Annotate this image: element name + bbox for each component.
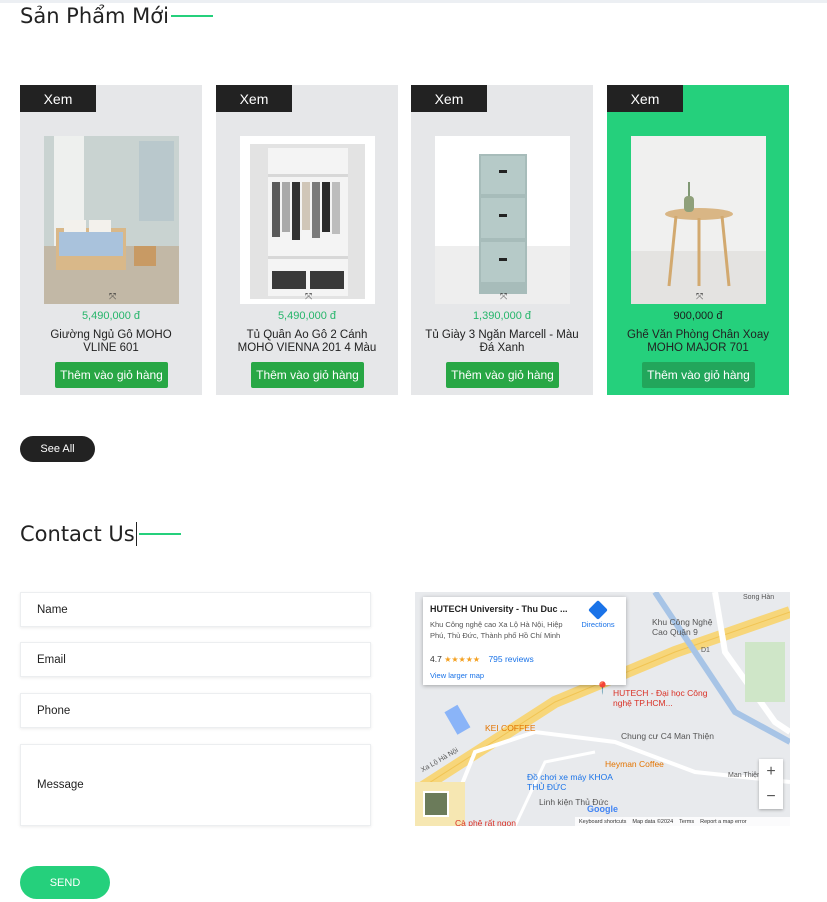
rating-stars-icon: ★★★★★ — [444, 655, 481, 664]
zoom-icon[interactable]: ⤧ — [305, 291, 312, 302]
product-image-shoe-cabinet[interactable] — [435, 136, 570, 304]
product-card[interactable]: Xem ⤧ 900,000 đ Ghế Văn Phòng Chân Xoay … — [607, 85, 789, 395]
name-field[interactable]: Name — [20, 592, 371, 627]
location-pin-icon[interactable]: 📍 — [595, 681, 610, 695]
view-tag[interactable]: Xem — [20, 85, 96, 112]
message-field[interactable]: Message — [20, 744, 371, 826]
directions-button[interactable]: Directions — [573, 600, 623, 629]
rating-value: 4.7 — [430, 654, 442, 664]
satellite-toggle[interactable] — [423, 791, 449, 817]
keyboard-shortcuts-link[interactable]: Keyboard shortcuts — [579, 819, 626, 825]
product-card[interactable]: Xem ⤧ 1,390,000 đ Tủ Giày 3 Ngăn Marcell… — [411, 85, 593, 395]
view-tag[interactable]: Xem — [411, 85, 487, 112]
map-label-ca-phe[interactable]: Cà phê rất ngon — [455, 818, 516, 826]
map-label-kei-coffee[interactable]: KEI COFFEE — [485, 723, 536, 733]
product-image-wardrobe[interactable] — [240, 136, 375, 304]
send-button[interactable]: SEND — [20, 866, 110, 899]
contact-title-text: Contact Us — [20, 522, 135, 546]
embedded-map[interactable]: HUTECH University - Thu Duc ... Khu Công… — [415, 592, 790, 826]
map-label-hutech[interactable]: HUTECH - Đại học Công nghệ TP.HCM... — [613, 688, 708, 708]
product-name[interactable]: Tủ Quần Áo Gỗ 2 Cánh MOHO VIENNA 201 4 M… — [230, 329, 384, 357]
message-placeholder: Message — [37, 779, 84, 791]
map-footer: Keyboard shortcuts Map data ©2024 Terms … — [575, 817, 790, 826]
add-to-cart-button[interactable]: Thêm vào giỏ hàng — [446, 362, 559, 388]
product-price: 900,000 đ — [673, 310, 723, 322]
reviews-link[interactable]: 795 reviews — [488, 654, 533, 664]
contact-section-title: Contact Us — [20, 522, 181, 546]
map-data-text: Map data ©2024 — [632, 818, 674, 825]
email-field[interactable]: Email — [20, 642, 371, 677]
place-info-card: HUTECH University - Thu Duc ... Khu Công… — [423, 597, 626, 685]
product-price: 5,490,000 đ — [277, 310, 337, 322]
terms-link[interactable]: Terms — [679, 819, 694, 825]
add-to-cart-button[interactable]: Thêm vào giỏ hàng — [642, 362, 755, 388]
add-to-cart-button[interactable]: Thêm vào giỏ hàng — [55, 362, 168, 388]
report-error-link[interactable]: Report a map error — [700, 819, 746, 825]
google-logo: Google — [587, 804, 618, 814]
zoom-out-button[interactable]: − — [759, 784, 783, 809]
map-label-d1: D1 — [701, 647, 710, 654]
text-cursor — [135, 522, 137, 546]
zoom-in-button[interactable]: + — [759, 759, 783, 784]
view-tag[interactable]: Xem — [216, 85, 292, 112]
place-address: Khu Công nghệ cao Xa Lộ Hà Nội, Hiệp Phú… — [430, 620, 563, 640]
place-title[interactable]: HUTECH University - Thu Duc ... — [430, 604, 568, 614]
place-rating: 4.7 ★★★★★ 795 reviews — [430, 654, 534, 664]
directions-icon — [588, 600, 608, 620]
title-accent-line — [170, 15, 213, 17]
zoom-icon[interactable]: ⤧ — [500, 291, 507, 302]
title-accent-line — [138, 533, 181, 535]
map-label-song-han: Song Hàn — [743, 594, 775, 601]
product-price: 1,390,000 đ — [472, 310, 532, 322]
phone-placeholder: Phone — [37, 704, 71, 717]
directions-label: Directions — [581, 620, 615, 629]
product-name[interactable]: Ghế Văn Phòng Chân Xoay MOHO MAJOR 701 — [621, 329, 775, 357]
map-label-heyman[interactable]: Heyman Coffee — [605, 759, 664, 769]
product-name[interactable]: Giường Ngủ Gỗ MOHO VLINE 601 — [34, 329, 188, 357]
product-name[interactable]: Tủ Giày 3 Ngăn Marcell - Màu Đá Xanh — [425, 329, 579, 357]
map-label-do-choi[interactable]: Đồ chơi xe máy KHOA THỦ ĐỨC — [527, 772, 617, 792]
products-section-title: Sản Phẩm Mới — [20, 4, 213, 28]
top-border — [0, 0, 827, 3]
phone-field[interactable]: Phone — [20, 693, 371, 728]
add-to-cart-button[interactable]: Thêm vào giỏ hàng — [251, 362, 364, 388]
map-label-khu-cong-nghe[interactable]: Khu Công Nghệ Cao Quận 9 — [652, 617, 722, 637]
view-larger-map-link[interactable]: View larger map — [430, 671, 484, 680]
product-card[interactable]: Xem ⤧ 5,490,000 đ Tủ Quần Áo Gỗ 2 Cánh M… — [216, 85, 398, 395]
zoom-icon[interactable]: ⤧ — [109, 291, 116, 302]
name-placeholder: Name — [37, 603, 68, 616]
see-all-button[interactable]: See All — [20, 436, 95, 462]
view-tag[interactable]: Xem — [607, 85, 683, 112]
map-zoom-control: + − — [759, 759, 783, 809]
map-label-man-thien: Man Thiện — [728, 772, 761, 779]
product-image-bed[interactable] — [44, 136, 179, 304]
product-card[interactable]: Xem ⤧ 5,490,000 đ Giường Ngủ Gỗ MOHO VLI… — [20, 85, 202, 395]
map-label-chung-cu[interactable]: Chung cư C4 Man Thiện — [621, 731, 714, 741]
email-placeholder: Email — [37, 653, 66, 666]
product-price: 5,490,000 đ — [81, 310, 141, 322]
zoom-icon[interactable]: ⤧ — [696, 291, 703, 302]
products-title-text: Sản Phẩm Mới — [20, 4, 169, 28]
product-image-side-table[interactable] — [631, 136, 766, 304]
